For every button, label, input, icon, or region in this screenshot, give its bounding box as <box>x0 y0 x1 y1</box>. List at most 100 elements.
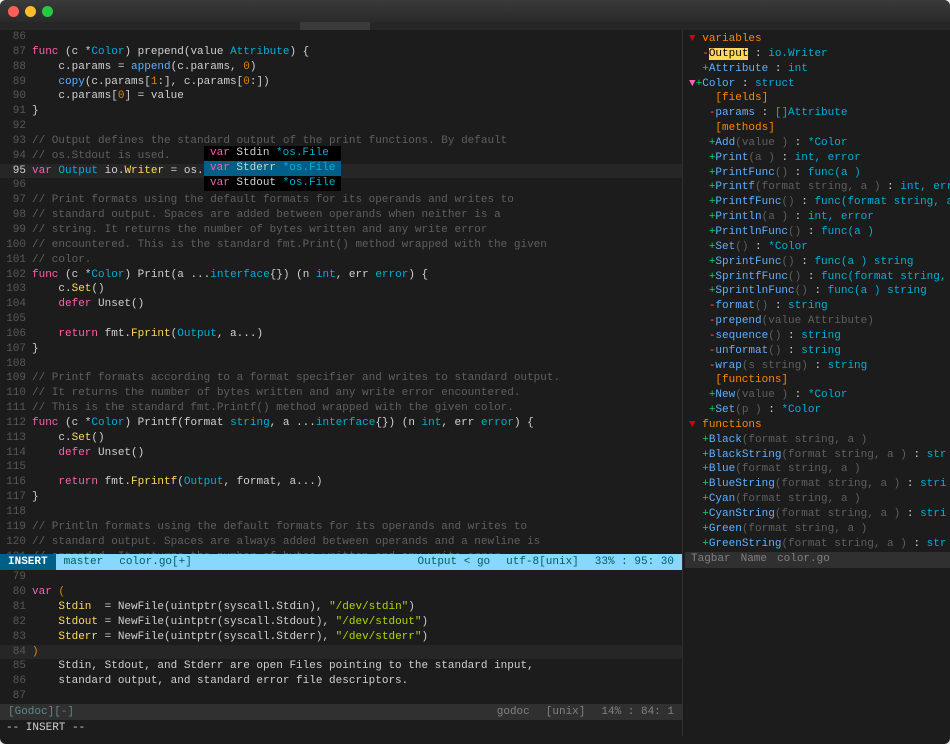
sidebar-method[interactable]: +SprintFunc() : func(a ) string <box>685 255 950 270</box>
sidebar-method[interactable]: -format() : string <box>685 299 950 314</box>
sidebar-method[interactable]: -unformat() : string <box>685 344 950 359</box>
code-line[interactable]: 81 Stdin = NewFile(uintptr(syscall.Stdin… <box>0 600 682 615</box>
sidebar-method[interactable]: +SprintlnFunc() : func(a ) string <box>685 284 950 299</box>
autocomplete-popup[interactable]: var Stdin *os.Filevar Stderr *os.Filevar… <box>204 146 341 191</box>
code-line[interactable]: 111// This is the standard fmt.Printf() … <box>0 401 682 416</box>
code-line[interactable]: 89 copy(c.params[1:], c.params[0:]) <box>0 75 682 90</box>
position: 33% : 95: 30 <box>587 555 682 570</box>
code-line[interactable]: 84) <box>0 645 682 660</box>
code-line[interactable]: 88 c.params = append(c.params, 0) <box>0 60 682 75</box>
tab-active[interactable] <box>300 22 370 30</box>
sidebar-functions-inner-label[interactable]: [functions] <box>685 373 950 388</box>
code-line[interactable]: 115 <box>0 460 682 475</box>
code-line[interactable]: 112func (c *Color) Printf(format string,… <box>0 416 682 431</box>
sidebar-section-functions[interactable]: ▼ functions <box>685 418 950 433</box>
code-line[interactable]: 92 <box>0 119 682 134</box>
sidebar-method[interactable]: +Add(value ) : *Color <box>685 136 950 151</box>
sidebar-method[interactable]: +Set() : *Color <box>685 240 950 255</box>
code-line[interactable]: 85 Stdin, Stdout, and Stderr are open Fi… <box>0 659 682 674</box>
code-line[interactable]: 87 <box>0 689 682 704</box>
code-line[interactable]: 110// It returns the number of bytes wri… <box>0 386 682 401</box>
sidebar-type-color[interactable]: ▼+Color : struct <box>685 77 950 92</box>
minimize-icon[interactable] <box>25 6 36 17</box>
command-line[interactable]: -- INSERT -- <box>0 720 682 736</box>
code-line[interactable]: 108 <box>0 357 682 372</box>
code-line[interactable]: 87func (c *Color) prepend(value Attribut… <box>0 45 682 60</box>
code-line[interactable]: 113 c.Set() <box>0 431 682 446</box>
code-line[interactable]: 109// Printf formats according to a form… <box>0 371 682 386</box>
autocomplete-item[interactable]: var Stderr *os.File <box>204 161 341 176</box>
autocomplete-item[interactable]: var Stdout *os.File <box>204 176 341 191</box>
file-type-bottom: godoc <box>489 705 538 720</box>
sidebar-func[interactable]: +Green(format string, a ) <box>685 522 950 537</box>
sidebar-ctor[interactable]: +New(value ) : *Color <box>685 388 950 403</box>
sidebar-method[interactable]: -prepend(value Attribute) <box>685 314 950 329</box>
sidebar-methods-label[interactable]: [methods] <box>685 121 950 136</box>
terminal-window: var Stdin *os.Filevar Stderr *os.Filevar… <box>0 0 950 744</box>
code-line[interactable]: 86 standard output, and standard error f… <box>0 674 682 689</box>
sidebar-func[interactable]: +CyanString(format string, a ) : stri <box>685 507 950 522</box>
sidebar-func[interactable]: +BlueString(format string, a ) : stri <box>685 477 950 492</box>
code-line[interactable]: 120// standard output. Spaces are always… <box>0 535 682 550</box>
code-line[interactable]: 91} <box>0 104 682 119</box>
sidebar-func[interactable]: +BlackString(format string, a ) : str <box>685 448 950 463</box>
file-name: color.go[+] <box>111 555 200 570</box>
tab-bar <box>0 22 950 30</box>
code-line[interactable]: 114 defer Unset() <box>0 446 682 461</box>
sidebar-method[interactable]: +Println(a ) : int, error <box>685 210 950 225</box>
sidebar-method[interactable]: +PrintFunc() : func(a ) <box>685 166 950 181</box>
sidebar-ctor[interactable]: +Set(p ) : *Color <box>685 403 950 418</box>
code-line[interactable]: 83 Stderr = NewFile(uintptr(syscall.Stde… <box>0 630 682 645</box>
code-line[interactable]: 118 <box>0 505 682 520</box>
code-line[interactable]: 103 c.Set() <box>0 282 682 297</box>
code-line[interactable]: 107} <box>0 342 682 357</box>
code-line[interactable]: 86 <box>0 30 682 45</box>
code-line[interactable]: 90 c.params[0] = value <box>0 89 682 104</box>
statusbar-main: INSERT master color.go[+] Output < go ut… <box>0 554 682 570</box>
sidebar-section-variables[interactable]: ▼ variables <box>685 32 950 47</box>
code-line[interactable]: 106 return fmt.Fprint(Output, a...) <box>0 327 682 342</box>
sidebar-method[interactable]: -wrap(s string) : string <box>685 359 950 374</box>
sidebar-method[interactable]: +Print(a ) : int, error <box>685 151 950 166</box>
sidebar-method[interactable]: +SprintfFunc() : func(format string, <box>685 270 950 285</box>
editor-bottom[interactable]: 7980var (81 Stdin = NewFile(uintptr(sysc… <box>0 570 682 704</box>
code-line[interactable]: 101// color. <box>0 253 682 268</box>
code-line[interactable]: 100// encountered. This is the standard … <box>0 238 682 253</box>
tagbar-sidebar[interactable]: ▼ variables -Output : io.Writer +Attribu… <box>682 30 950 736</box>
code-line[interactable]: 79 <box>0 570 682 585</box>
code-line[interactable]: 117} <box>0 490 682 505</box>
sidebar-func[interactable]: +Black(format string, a ) <box>685 433 950 448</box>
sidebar-func[interactable]: +Cyan(format string, a ) <box>685 492 950 507</box>
autocomplete-item[interactable]: var Stdin *os.File <box>204 146 341 161</box>
mode-indicator: INSERT <box>0 554 56 570</box>
code-line[interactable]: 119// Println formats using the default … <box>0 520 682 535</box>
code-line[interactable]: 82 Stdout = NewFile(uintptr(syscall.Stdo… <box>0 615 682 630</box>
sidebar-method[interactable]: +PrintfFunc() : func(format string, a <box>685 195 950 210</box>
sidebar-field-params[interactable]: -params : []Attribute <box>685 106 950 121</box>
code-line[interactable]: 116 return fmt.Fprintf(Output, format, a… <box>0 475 682 490</box>
sidebar-func[interactable]: +GreenString(format string, a ) : str <box>685 537 950 552</box>
statusbar-bottom: [Godoc][-] godoc [unix] 14% : 84: 1 <box>0 704 682 720</box>
titlebar <box>0 0 950 22</box>
sidebar-method[interactable]: -sequence() : string <box>685 329 950 344</box>
code-line[interactable]: 104 defer Unset() <box>0 297 682 312</box>
editor-main[interactable]: var Stdin *os.Filevar Stderr *os.Filevar… <box>0 30 682 554</box>
code-line[interactable]: 105 <box>0 312 682 327</box>
sidebar-method[interactable]: +Printf(format string, a ) : int, err <box>685 180 950 195</box>
code-line[interactable]: 121// appended. It returns the number of… <box>0 550 682 555</box>
code-line[interactable]: 80var ( <box>0 585 682 600</box>
code-line[interactable]: 97// Print formats using the default for… <box>0 193 682 208</box>
sidebar-fields-label[interactable]: [fields] <box>685 91 950 106</box>
sidebar-func[interactable]: +Blue(format string, a ) <box>685 462 950 477</box>
sidebar-method[interactable]: +PrintlnFunc() : func(a ) <box>685 225 950 240</box>
sidebar-status: TagbarNamecolor.go <box>685 552 950 568</box>
code-line[interactable]: 98// standard output. Spaces are added b… <box>0 208 682 223</box>
encoding: utf-8[unix] <box>498 555 587 570</box>
zoom-icon[interactable] <box>42 6 53 17</box>
sidebar-var-output[interactable]: -Output : io.Writer <box>685 47 950 62</box>
close-icon[interactable] <box>8 6 19 17</box>
file-type: Output < go <box>410 555 499 570</box>
code-line[interactable]: 102func (c *Color) Print(a ...interface{… <box>0 268 682 283</box>
sidebar-type-attribute[interactable]: +Attribute : int <box>685 62 950 77</box>
code-line[interactable]: 99// string. It returns the number of by… <box>0 223 682 238</box>
